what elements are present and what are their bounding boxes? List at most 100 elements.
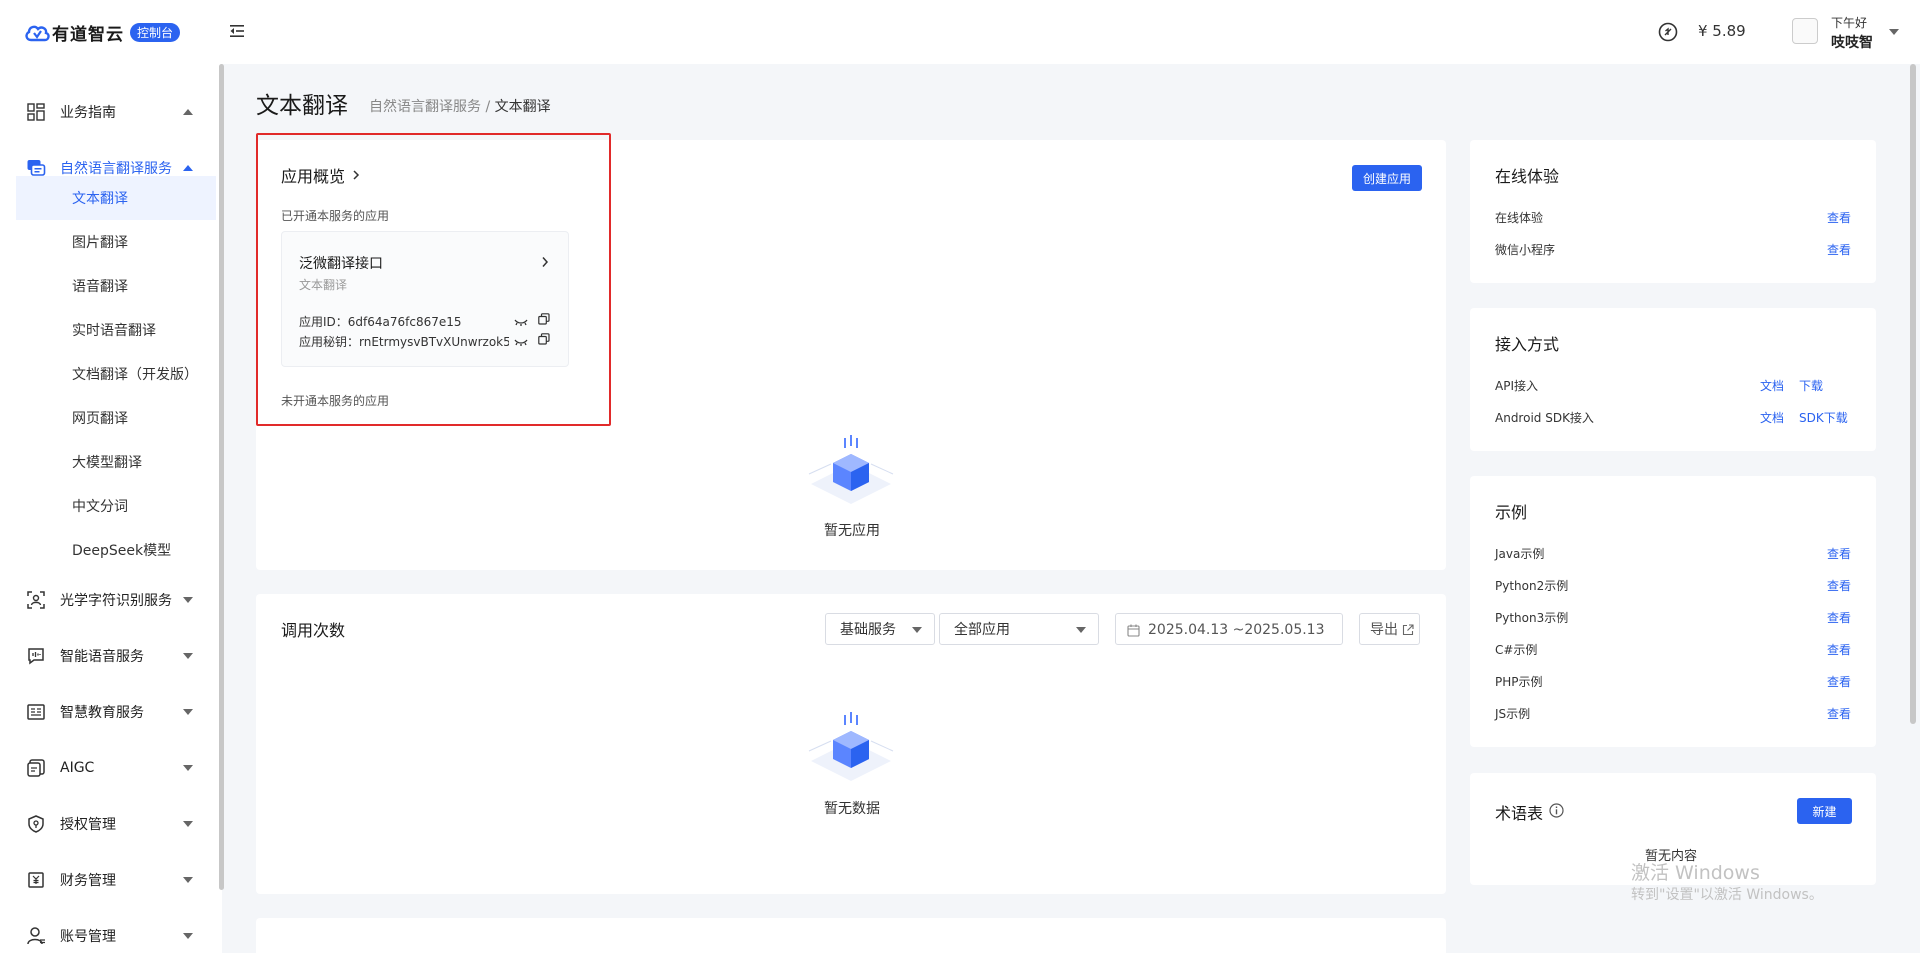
create-app-button[interactable]: 创建应用 [1352,165,1422,191]
menu-collapse-icon[interactable] [228,22,246,40]
voice-icon [28,648,44,665]
app-select[interactable]: 全部应用 [939,613,1099,645]
chevron-down-icon [183,709,193,715]
chevron-down-icon [183,765,193,771]
grid-icon [27,103,45,121]
enabled-apps-label: 已开通本服务的应用 [281,209,390,223]
app-overview-title[interactable]: 应用概览 [281,163,361,187]
greeting-text: 下午好 [1831,16,1868,30]
example-row: JS示例 查看 [1495,705,1851,725]
sidebar-group-education[interactable]: 智慧教育服务 [0,692,222,732]
chevron-right-icon [353,170,360,180]
app-card[interactable]: 泛微翻译接口 文本翻译 应用ID：6df64a76fc867e15 应用秘钥：r… [281,231,569,367]
sidebar-item-image-translation[interactable]: 图片翻译 [16,220,216,264]
view-link[interactable]: 查看 [1827,577,1851,594]
sidebar-group-account[interactable]: 账号管理 [0,916,222,953]
app-id-value: 6df64a76fc867e15 [347,315,462,329]
sidebar-group-ocr[interactable]: 光学字符识别服务 [0,580,222,620]
sidebar-scrollbar[interactable] [219,64,224,890]
copy-icon[interactable] [538,333,550,345]
console-badge: 控制台 [130,23,181,42]
sidebar-item-voice-translation[interactable]: 语音翻译 [16,264,216,308]
example-row: Python2示例 查看 [1495,577,1851,597]
access-row-label: Android SDK接入 [1495,411,1594,425]
view-link[interactable]: 查看 [1827,641,1851,658]
sidebar-group-finance[interactable]: 财务管理 [0,860,222,900]
date-range-picker[interactable]: 2025.04.13 ~2025.05.13 [1115,613,1343,645]
view-link[interactable]: 查看 [1827,705,1851,722]
logo-text: 有道智云 [52,25,124,45]
chevron-down-icon [1076,627,1086,633]
sidebar-item-llm-translation[interactable]: 大模型翻译 [16,440,216,484]
empty-data-text: 暂无数据 [824,801,880,817]
sidebar-item-realtime-voice-translation[interactable]: 实时语音翻译 [16,308,216,352]
view-link[interactable]: 查看 [1827,673,1851,690]
service-select[interactable]: 基础服务 [825,613,935,645]
sidebar-item-document-translation[interactable]: 文档翻译（开发版） [16,352,216,396]
example-row: PHP示例 查看 [1495,673,1851,693]
access-methods-title: 接入方式 [1495,335,1560,354]
app-id-row: 应用ID：6df64a76fc867e15 [299,313,509,330]
main-scrollbar[interactable] [1910,64,1916,724]
wallet-icon[interactable] [1658,22,1678,42]
view-link[interactable]: 查看 [1827,209,1851,226]
online-row: 在线体验 查看 [1495,209,1851,229]
chevron-down-icon [912,627,922,633]
chat-translate-icon [27,160,46,176]
chevron-down-icon [183,597,193,603]
docs-link[interactable]: 文档 [1760,409,1784,426]
sidebar-item-label: 网页翻译 [72,411,128,427]
online-experience-title: 在线体验 [1495,167,1560,186]
sidebar-group-voice-service[interactable]: 智能语音服务 [0,636,222,676]
sidebar-item-text-translation[interactable]: 文本翻译 [16,176,216,220]
logo[interactable]: 有道智云 控制台 [24,20,181,45]
app-secret-label: 应用秘钥： [299,335,360,349]
page-title: 文本翻译 [256,93,348,119]
chevron-up-icon [183,109,193,115]
eye-closed-icon[interactable] [514,317,528,327]
eye-closed-icon[interactable] [514,337,528,347]
sidebar-item-chinese-segmentation[interactable]: 中文分词 [16,484,216,528]
new-term-button[interactable]: 新建 [1797,798,1852,824]
education-icon [27,704,45,720]
view-link[interactable]: 查看 [1827,545,1851,562]
download-link[interactable]: 下载 [1799,377,1823,394]
avatar[interactable] [1792,18,1818,44]
view-link[interactable]: 查看 [1827,241,1851,258]
sidebar-item-label: 文档翻译（开发版） [72,367,198,383]
sidebar-item-webpage-translation[interactable]: 网页翻译 [16,396,216,440]
sidebar-group-aigc[interactable]: AIGC [0,748,222,788]
app-secret-row: 应用秘钥：rnEtrmysvBTvXUnwrzok5... [299,333,509,350]
sidebar-item-label: 中文分词 [72,499,128,515]
sidebar-group-label: 智能语音服务 [60,649,144,665]
empty-box-icon [808,435,894,504]
view-link[interactable]: 查看 [1827,609,1851,626]
chevron-right-icon[interactable] [540,256,550,268]
cloud-logo-icon [25,25,50,41]
sidebar-group-label: 智慧教育服务 [60,705,144,721]
sidebar-group-label: 授权管理 [60,817,116,833]
example-label: C#示例 [1495,643,1538,657]
sidebar-item-deepseek-model[interactable]: DeepSeek模型 [16,528,216,572]
access-row: Android SDK接入 文档 SDK下载 [1495,409,1851,429]
example-row: C#示例 查看 [1495,641,1851,661]
username[interactable]: 吱吱智 [1831,32,1873,52]
call-count-title: 调用次数 [281,621,346,640]
app-secret-value: rnEtrmysvBTvXUnwrzok5... [359,335,509,349]
breadcrumb-parent[interactable]: 自然语言翻译服务 [369,99,481,115]
empty-box-icon [808,712,894,781]
top-header: 有道智云 控制台 ¥ 5.89 下午好 吱吱智 [0,0,1920,64]
online-row-label: 在线体验 [1495,211,1544,225]
sdk-download-link[interactable]: SDK下载 [1799,409,1848,426]
disabled-apps-label: 未开通本服务的应用 [281,394,390,408]
aigc-icon [27,759,45,777]
user-icon [27,927,45,945]
info-icon[interactable] [1549,803,1564,818]
export-button[interactable]: 导出 [1359,613,1420,645]
copy-icon[interactable] [538,313,550,325]
sidebar-group-business-guide[interactable]: 业务指南 [0,92,222,132]
example-label: Python2示例 [1495,579,1569,593]
sidebar-group-authorization[interactable]: 授权管理 [0,804,222,844]
user-menu-chevron-down-icon[interactable] [1889,29,1899,35]
docs-link[interactable]: 文档 [1760,377,1784,394]
